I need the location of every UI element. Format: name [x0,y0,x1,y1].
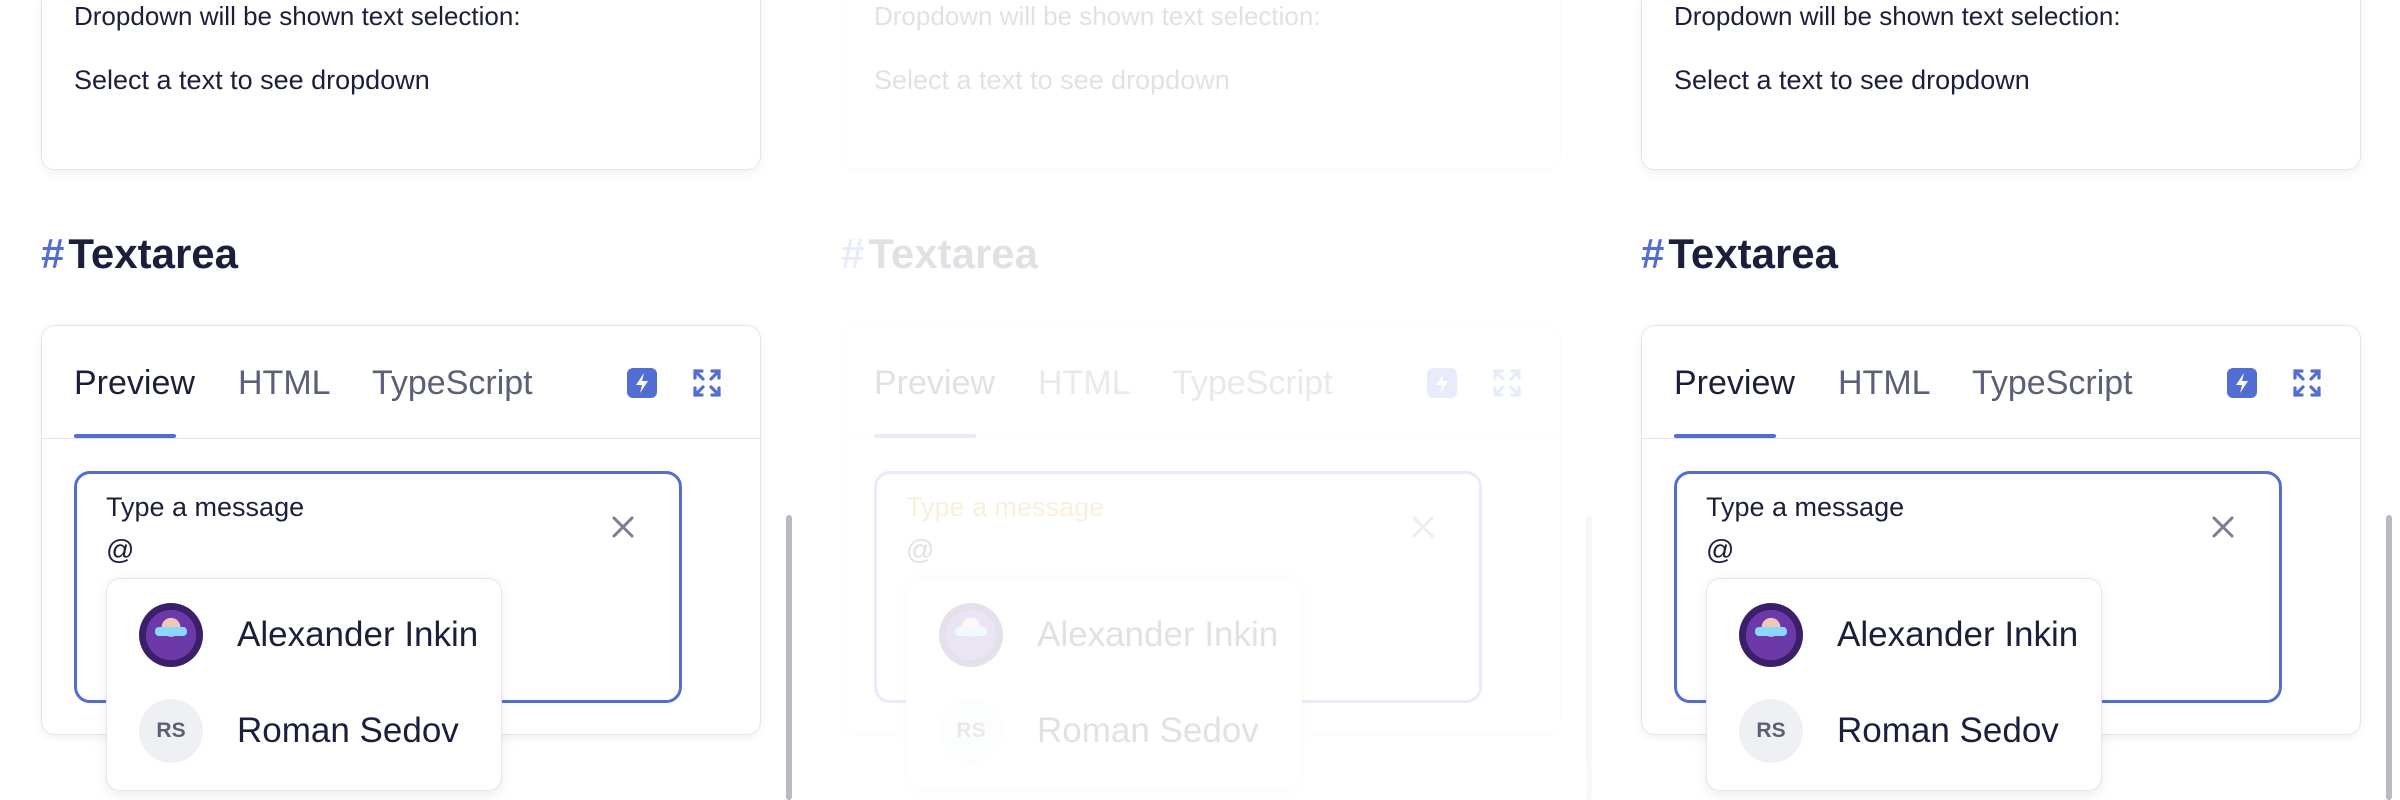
expand-icon[interactable] [2292,368,2322,398]
mention-option[interactable]: Alexander Inkin [107,585,501,681]
scrollbar[interactable] [2386,515,2392,800]
avatar: RS [139,699,203,763]
selection-card-hint: Dropdown will be shown text selection: [1674,1,2121,31]
tab-bar: Preview HTML TypeScript [1642,326,2360,439]
tab-bar: Preview HTML TypeScript [42,326,760,439]
section-title: Textarea [868,230,1039,277]
section-title: Textarea [68,230,239,277]
close-icon[interactable] [2208,512,2238,542]
bolt-icon[interactable] [2227,368,2257,398]
demo-panel: Dropdown will be shown text selection: S… [0,0,800,800]
mention-name: Alexander Inkin [1037,615,1279,654]
close-icon[interactable] [608,512,638,542]
mention-name: Roman Sedov [237,711,459,750]
avatar [939,603,1003,667]
selection-card: Dropdown will be shown text selection: S… [41,0,761,170]
tab-bar: Preview HTML TypeScript [842,326,1560,439]
selection-card-text[interactable]: Select a text to see dropdown [1674,65,2030,96]
mention-option[interactable]: RS Roman Sedov [907,681,1301,777]
avatar: RS [939,699,1003,763]
tab-html[interactable]: HTML [1038,364,1131,403]
mention-option[interactable]: RS Roman Sedov [1707,681,2101,777]
active-tab-indicator [74,434,176,438]
selection-card-hint: Dropdown will be shown text selection: [74,1,521,31]
textarea-value[interactable]: @ [106,534,134,566]
tab-preview[interactable]: Preview [874,364,995,403]
textarea-label: Type a message [1706,492,1905,522]
selection-card-text[interactable]: Select a text to see dropdown [874,65,1230,96]
demo-panel: Dropdown will be shown text selection: S… [1600,0,2400,800]
expand-icon[interactable] [692,368,722,398]
tab-typescript[interactable]: TypeScript [1972,364,2133,403]
tab-html[interactable]: HTML [1838,364,1931,403]
close-icon[interactable] [1408,512,1438,542]
mention-name: Roman Sedov [1037,711,1259,750]
tab-html[interactable]: HTML [238,364,331,403]
section-heading: #Textarea [1641,230,1838,278]
selection-card-text[interactable]: Select a text to see dropdown [74,65,430,96]
mention-option[interactable]: Alexander Inkin [907,585,1301,681]
textarea-value[interactable]: @ [906,534,934,566]
section-heading: #Textarea [41,230,238,278]
bolt-icon[interactable] [1427,368,1457,398]
anchor-link[interactable]: # [41,230,64,277]
mention-dropdown: Alexander Inkin RS Roman Sedov [106,578,502,791]
scrollbar[interactable] [1586,515,1592,800]
anchor-link[interactable]: # [1641,230,1664,277]
mention-option[interactable]: RS Roman Sedov [107,681,501,777]
mention-name: Roman Sedov [1837,711,2059,750]
avatar [139,603,203,667]
mention-name: Alexander Inkin [1837,615,2079,654]
avatar [1739,603,1803,667]
mention-option[interactable]: Alexander Inkin [1707,585,2101,681]
section-heading: #Textarea [841,230,1038,278]
mention-name: Alexander Inkin [237,615,479,654]
mention-dropdown: Alexander Inkin RS Roman Sedov [906,578,1302,791]
mention-dropdown: Alexander Inkin RS Roman Sedov [1706,578,2102,791]
tab-preview[interactable]: Preview [1674,364,1795,403]
active-tab-indicator [1674,434,1776,438]
tab-typescript[interactable]: TypeScript [1172,364,1333,403]
selection-card-hint: Dropdown will be shown text selection: [874,1,1321,31]
textarea-label: Type a message [106,492,305,522]
anchor-link[interactable]: # [841,230,864,277]
selection-card: Dropdown will be shown text selection: S… [1641,0,2361,170]
selection-card: Dropdown will be shown text selection: S… [841,0,1561,170]
section-title: Textarea [1668,230,1839,277]
textarea-label: Type a message [906,492,1105,522]
textarea-value[interactable]: @ [1706,534,1734,566]
tab-preview[interactable]: Preview [74,364,195,403]
tab-typescript[interactable]: TypeScript [372,364,533,403]
scrollbar[interactable] [786,515,792,800]
bolt-icon[interactable] [627,368,657,398]
active-tab-indicator [874,434,976,438]
demo-panel: Dropdown will be shown text selection: S… [800,0,1600,800]
expand-icon[interactable] [1492,368,1522,398]
avatar: RS [1739,699,1803,763]
